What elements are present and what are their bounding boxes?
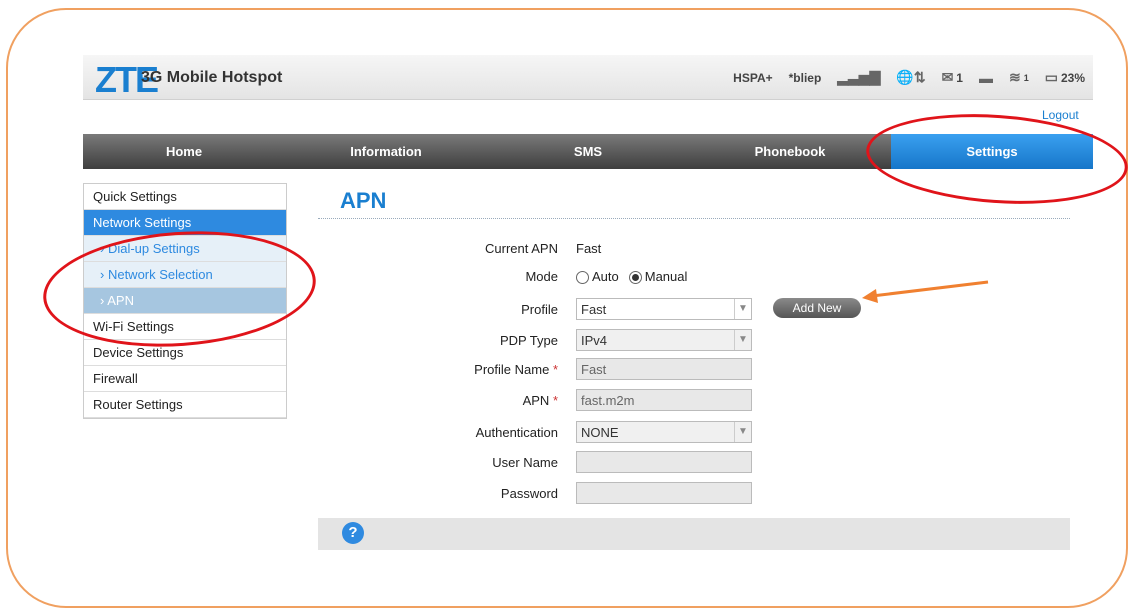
mode-manual-radio[interactable]: Manual <box>628 269 688 285</box>
title-divider <box>318 218 1070 219</box>
apn-input[interactable]: fast.m2m <box>576 389 752 411</box>
pdp-row: PDP Type IPv4 ▼ <box>318 329 878 353</box>
page-title: APN <box>340 188 387 213</box>
auth-value: NONE <box>581 425 619 440</box>
mode-radio-group: Auto Manual <box>576 269 688 285</box>
profile-name-input[interactable]: Fast <box>576 358 752 380</box>
mode-label: Mode <box>525 269 558 284</box>
operator-name: *bliep <box>788 70 822 85</box>
nav-phonebook[interactable]: Phonebook <box>689 134 891 169</box>
pdp-value: IPv4 <box>581 333 608 348</box>
password-label: Password <box>500 486 558 501</box>
product-name: 3G Mobile Hotspot <box>141 69 283 86</box>
profile-select[interactable]: Fast ▼ <box>576 298 752 320</box>
profile-label: Profile <box>521 302 558 317</box>
status-bar: HSPA+ *bliep ▂▃▅▇ 🌐⇅ ✉ 1 ▬ ≋ 1 ▭ 23% <box>733 69 1085 86</box>
wifi-icon: ≋ 1 <box>1008 69 1029 85</box>
user-row: User Name <box>318 451 878 475</box>
chevron-down-icon: ▼ <box>734 330 751 350</box>
wifi-clients: 1 <box>1023 72 1029 83</box>
auth-row: Authentication NONE ▼ <box>318 421 878 445</box>
required-mark: * <box>552 393 558 408</box>
add-new-button[interactable]: Add New <box>773 298 861 318</box>
sidebar-item-firewall[interactable]: Firewall <box>84 366 286 392</box>
chevron-down-icon: ▼ <box>734 299 751 319</box>
current-apn-row: Current APN Fast <box>318 237 878 261</box>
required-mark: * <box>552 362 558 377</box>
apn-row: APN * fast.m2m <box>318 389 878 413</box>
mode-row: Mode Auto Manual <box>318 265 878 289</box>
current-apn-label: Current APN <box>485 241 558 256</box>
internet-icon: 🌐⇅ <box>896 69 926 85</box>
mode-auto-radio[interactable]: Auto <box>576 269 619 285</box>
nav-sms[interactable]: SMS <box>487 134 689 169</box>
sim-icon: ▬ <box>978 69 993 86</box>
signal-icon: ▂▃▅▇ <box>837 69 881 85</box>
password-input[interactable] <box>576 482 752 504</box>
mode-manual-label: Manual <box>644 269 688 284</box>
mode-auto-label: Auto <box>592 269 619 284</box>
battery-level: 23% <box>1060 70 1085 85</box>
logout-link[interactable]: Logout <box>1042 108 1079 122</box>
user-label: User Name <box>492 455 558 470</box>
chevron-down-icon: ▼ <box>734 422 751 442</box>
network-type: HSPA+ <box>733 70 773 85</box>
pdp-label: PDP Type <box>499 333 558 348</box>
auth-select[interactable]: NONE ▼ <box>576 421 752 443</box>
current-apn-value: Fast <box>576 241 602 256</box>
user-name-input[interactable] <box>576 451 752 473</box>
nav-information[interactable]: Information <box>285 134 487 169</box>
header-bar: ZTE 3G Mobile Hotspot HSPA+ *bliep ▂▃▅▇ … <box>83 55 1093 100</box>
footer-bar: ? <box>318 518 1070 550</box>
password-row: Password <box>318 482 878 506</box>
pdp-select[interactable]: IPv4 ▼ <box>576 329 752 351</box>
apn-label: APN * <box>522 393 558 408</box>
sms-count: 1 <box>956 70 963 85</box>
sidebar-item-router[interactable]: Router Settings <box>84 392 286 418</box>
profile-name-row: Profile Name * Fast <box>318 358 878 382</box>
sidebar-item-quick-settings[interactable]: Quick Settings <box>84 184 286 210</box>
auth-label: Authentication <box>475 425 558 440</box>
nav-home[interactable]: Home <box>83 134 285 169</box>
battery-icon: ▭ 23% <box>1044 69 1085 85</box>
annotation-arrow-icon <box>862 280 989 303</box>
profile-name-label: Profile Name * <box>474 362 558 377</box>
profile-value: Fast <box>581 302 607 317</box>
sms-icon: ✉ 1 <box>941 69 963 85</box>
help-icon[interactable]: ? <box>342 522 364 544</box>
